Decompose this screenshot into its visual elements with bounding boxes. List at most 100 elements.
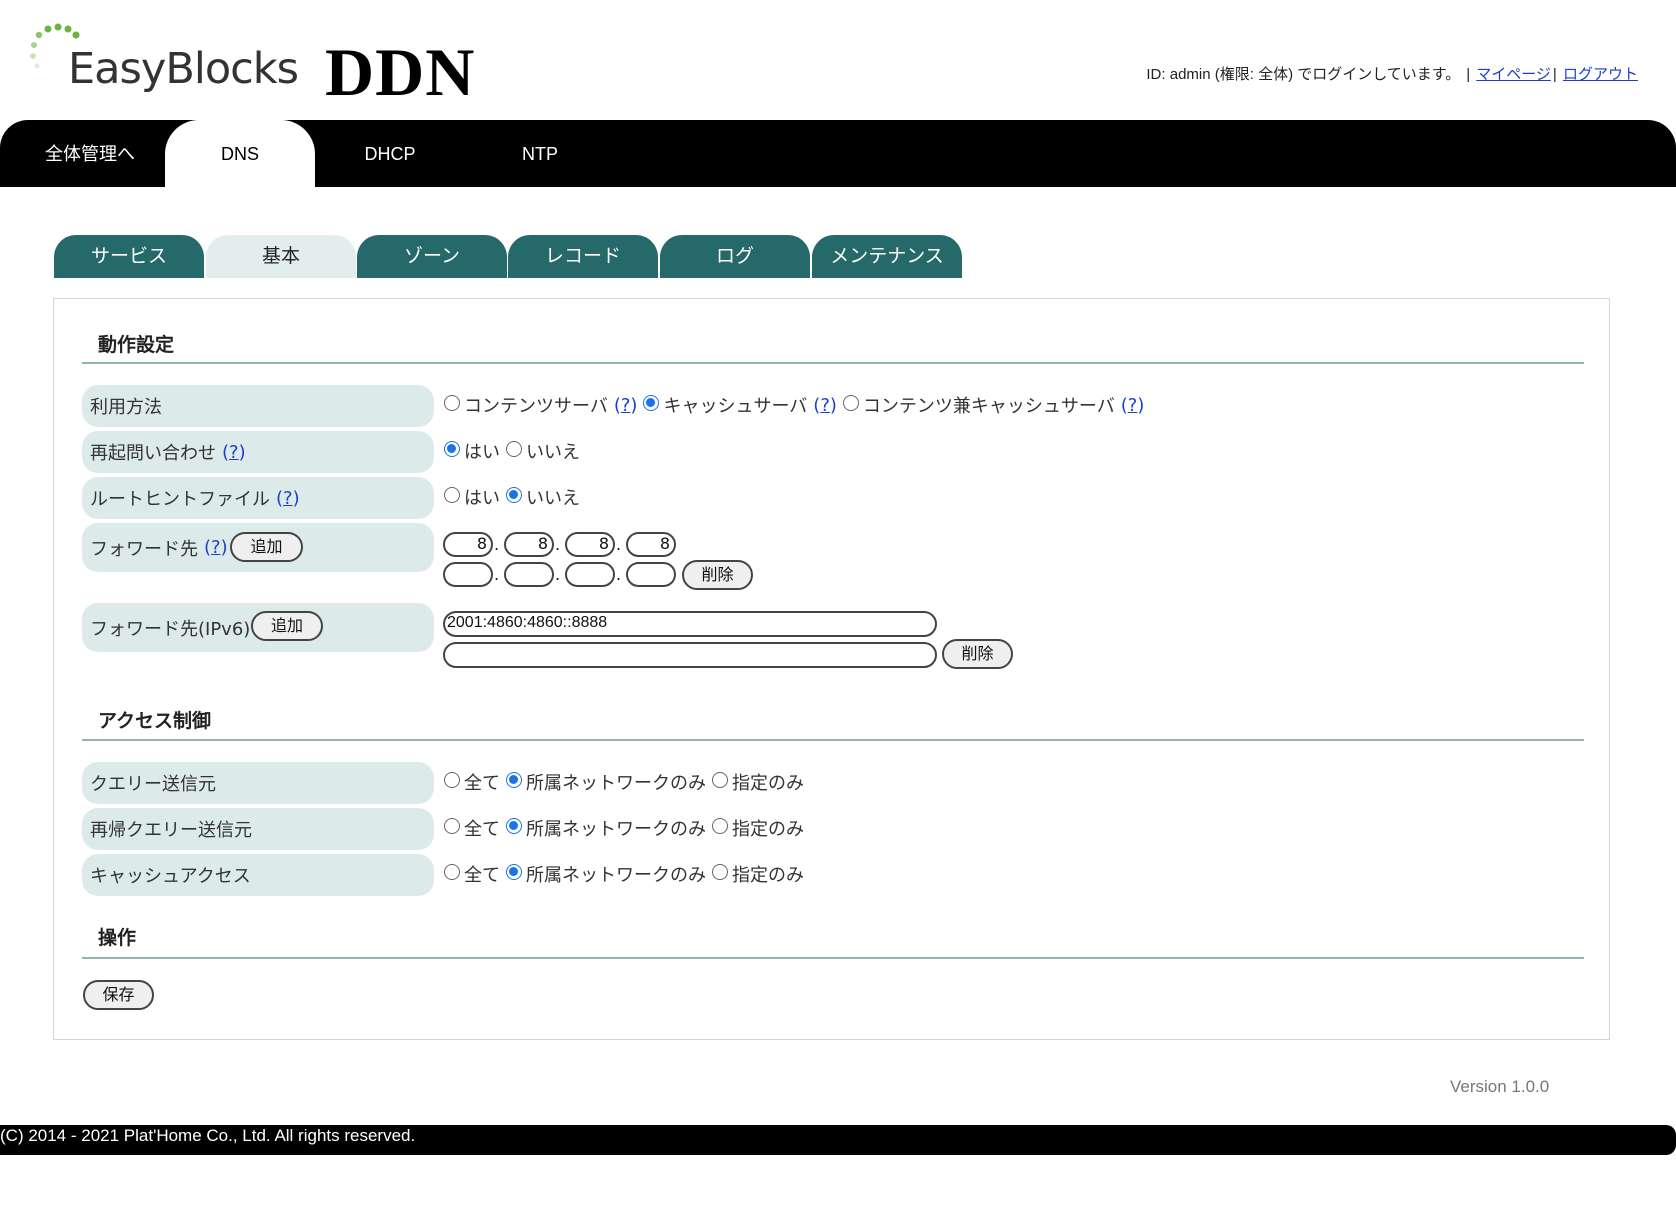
nav-ntp[interactable]: NTP — [480, 120, 600, 187]
nav-dhcp[interactable]: DHCP — [330, 120, 450, 187]
recursive-yes-label: はい — [464, 442, 500, 463]
forwarder-ipv6-label-text: フォワード先(IPv6) — [90, 618, 251, 640]
forwarder-ipv6-delete-button[interactable]: 削除 — [942, 639, 1013, 669]
forwarder-2-octet-3[interactable] — [565, 562, 615, 587]
octet-separator: . — [555, 535, 561, 554]
root-hint-label: ルートヒントファイル (?) — [82, 477, 434, 519]
forwarder-2-octet-2[interactable] — [504, 562, 554, 587]
query-source-all-radio[interactable] — [444, 772, 460, 788]
top-nav: 全体管理へ DNS DHCP NTP — [0, 120, 1676, 187]
nav-global-admin[interactable]: 全体管理へ — [30, 120, 150, 187]
recursive-query-all-radio[interactable] — [444, 818, 460, 834]
recursive-query-specified-label: 指定のみ — [732, 819, 804, 840]
usage-content-help[interactable]: (?) — [614, 395, 638, 416]
recursive-no-radio[interactable] — [506, 441, 522, 457]
easyblocks-logo: EasyBlocks — [28, 22, 299, 102]
recursive-query-source-label: 再帰クエリー送信元 — [82, 808, 434, 850]
octet-separator: . — [616, 535, 622, 554]
usage-both-help[interactable]: (?) — [1121, 395, 1145, 416]
app-title: DDN — [325, 34, 476, 110]
tab-log[interactable]: ログ — [660, 235, 810, 278]
recursive-query-network-label: 所属ネットワークのみ — [526, 819, 706, 840]
octet-separator: . — [494, 535, 500, 554]
forwarder-1-octet-4[interactable]: 8 — [626, 532, 676, 557]
logo-text: EasyBlocks — [68, 44, 299, 94]
tab-record[interactable]: レコード — [508, 235, 658, 278]
recursive-yes-radio[interactable] — [444, 441, 460, 457]
usage-content-radio[interactable] — [444, 395, 460, 411]
forwarder-1-octet-1[interactable]: 8 — [443, 532, 493, 557]
login-status: ID: admin (権限: 全体) でログインしています。 — [1146, 66, 1461, 83]
forwarder-2-octet-1[interactable] — [443, 562, 493, 587]
save-button[interactable]: 保存 — [83, 980, 154, 1010]
forwarder-1-octet-3[interactable]: 8 — [565, 532, 615, 557]
cache-access-specified-radio[interactable] — [712, 864, 728, 880]
cache-access-label: キャッシュアクセス — [82, 854, 434, 896]
tab-zone[interactable]: ゾーン — [357, 235, 507, 278]
usage-content-label: コンテンツサーバ — [464, 396, 608, 417]
forwarder-2-octet-4[interactable] — [626, 562, 676, 587]
query-source-specified-label: 指定のみ — [732, 773, 804, 794]
forwarder-ipv6-input-2[interactable] — [443, 642, 937, 668]
octet-separator: . — [555, 565, 561, 584]
recursive-query-specified-radio[interactable] — [712, 818, 728, 834]
usage-cache-radio[interactable] — [643, 395, 660, 411]
root-hint-options: はい いいえ — [443, 484, 580, 510]
root-hint-yes-label: はい — [464, 488, 500, 509]
forwarder-add-button[interactable]: 追加 — [230, 532, 303, 562]
recursive-label: 再起問い合わせ (?) — [82, 431, 434, 473]
root-hint-no-radio[interactable] — [506, 487, 522, 503]
cache-access-network-radio[interactable] — [506, 864, 522, 880]
forwarder-ipv6-input-1[interactable]: 2001:4860:4860::8888 — [443, 611, 937, 637]
section-title-operation: 動作設定 — [98, 334, 175, 356]
cache-access-label-text: キャッシュアクセス — [90, 866, 251, 887]
query-source-options: 全て 所属ネットワークのみ 指定のみ — [443, 769, 804, 795]
tab-service[interactable]: サービス — [54, 235, 204, 278]
mypage-link[interactable]: マイページ — [1476, 66, 1551, 83]
footer: (C) 2014 - 2021 Plat'Home Co., Ltd. All … — [0, 1125, 1676, 1155]
usage-cache-help[interactable]: (?) — [813, 395, 837, 416]
octet-separator: . — [494, 565, 500, 584]
user-bar: ID: admin (権限: 全体) でログインしています。 | マイページ | ログ… — [1146, 66, 1638, 83]
section-title-operations: 操作 — [98, 927, 137, 949]
cache-access-all-radio[interactable] — [444, 864, 460, 880]
nav-dns[interactable]: DNS — [165, 120, 315, 187]
forwarder-delete-button[interactable]: 削除 — [682, 560, 753, 590]
recursive-query-network-radio[interactable] — [506, 818, 522, 834]
recursive-query-source-label-text: 再帰クエリー送信元 — [90, 820, 252, 841]
query-source-network-radio[interactable] — [506, 772, 522, 788]
recursive-help[interactable]: (?) — [222, 442, 246, 463]
forwarder-ipv6-add-button[interactable]: 追加 — [251, 611, 323, 641]
usage-cache-label: キャッシュサーバ — [663, 396, 808, 417]
query-source-specified-radio[interactable] — [712, 772, 728, 788]
usage-both-radio[interactable] — [842, 395, 859, 411]
cache-access-all-label: 全て — [464, 865, 500, 886]
usage-both-label: コンテンツ兼キャッシュサーバ — [862, 396, 1115, 417]
cache-access-specified-label: 指定のみ — [732, 865, 804, 886]
logout-link[interactable]: ログアウト — [1563, 66, 1638, 83]
recursive-label-text: 再起問い合わせ — [90, 443, 216, 464]
query-source-network-label: 所属ネットワークのみ — [526, 773, 706, 794]
section-title-access: アクセス制御 — [98, 710, 212, 732]
cache-access-options: 全て 所属ネットワークのみ 指定のみ — [443, 861, 804, 887]
root-hint-help[interactable]: (?) — [276, 488, 300, 509]
tab-maintenance[interactable]: メンテナンス — [812, 235, 962, 278]
query-source-label-text: クエリー送信元 — [90, 774, 216, 795]
cache-access-network-label: 所属ネットワークのみ — [526, 865, 706, 886]
query-source-label: クエリー送信元 — [82, 762, 434, 804]
recursive-options: はい いいえ — [443, 438, 580, 464]
forwarder-1-octet-2[interactable]: 8 — [504, 532, 554, 557]
root-hint-yes-radio[interactable] — [444, 487, 460, 503]
recursive-no-label: いいえ — [526, 442, 580, 463]
section-divider — [82, 362, 1584, 364]
usage-label: 利用方法 — [82, 385, 434, 427]
tab-basic[interactable]: 基本 — [206, 235, 356, 278]
forwarder-help[interactable]: (?) — [204, 537, 228, 558]
section-divider — [82, 957, 1584, 959]
root-hint-no-label: いいえ — [526, 488, 580, 509]
query-source-all-label: 全て — [464, 773, 500, 794]
version-text: Version 1.0.0 — [1450, 1077, 1550, 1096]
forwarder-label-text: フォワード先 — [90, 538, 198, 560]
recursive-query-source-options: 全て 所属ネットワークのみ 指定のみ — [443, 815, 804, 841]
usage-label-text: 利用方法 — [90, 397, 162, 418]
